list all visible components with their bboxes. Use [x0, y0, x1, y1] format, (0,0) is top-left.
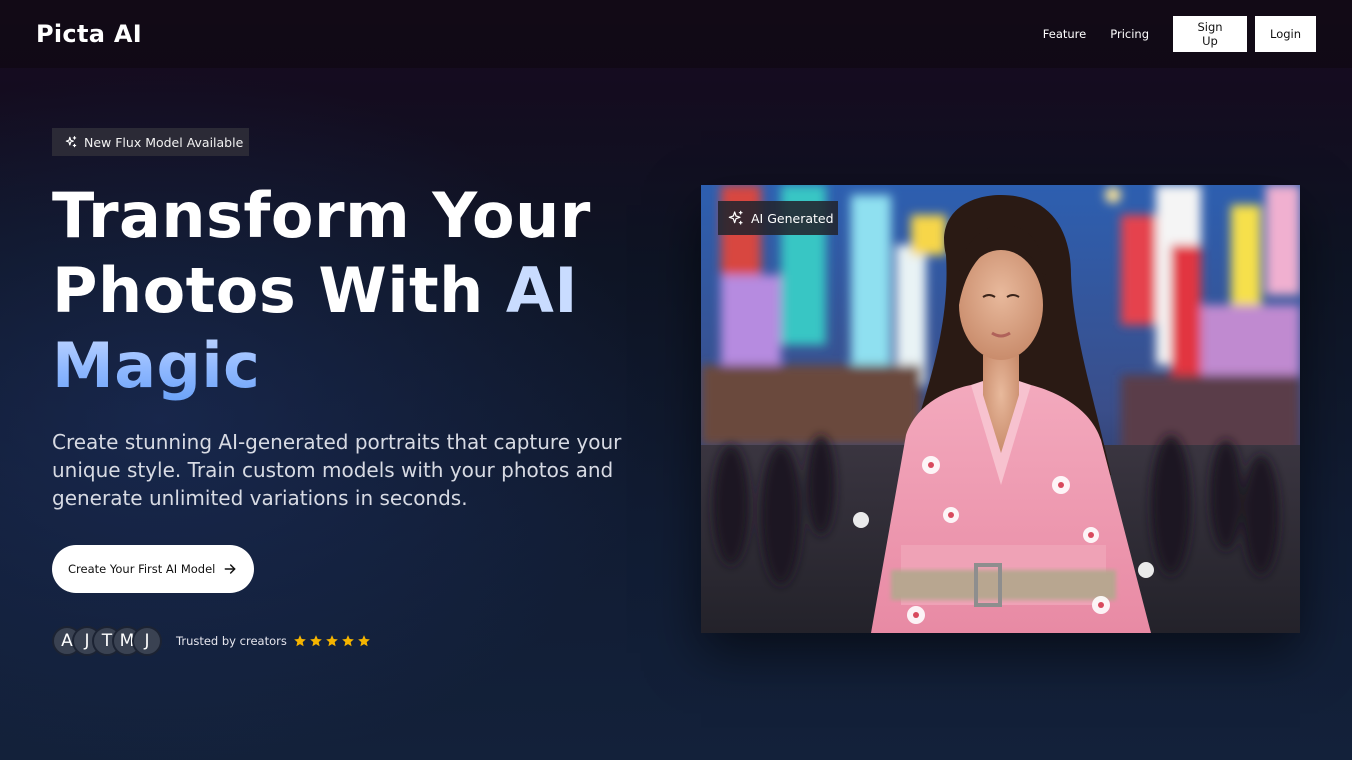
- headline-line-2-text: Photos With: [52, 254, 506, 327]
- login-button[interactable]: Login: [1255, 16, 1316, 52]
- badge-text: New Flux Model Available: [84, 134, 244, 150]
- sparkles-icon: [64, 135, 78, 149]
- headline-accent-ai: AI: [505, 254, 578, 327]
- brand-logo[interactable]: Picta AI: [36, 20, 142, 48]
- star-icon: [341, 635, 354, 647]
- star-icon: [325, 635, 338, 647]
- star-icon: [357, 635, 370, 647]
- headline-line-1: Transform Your: [52, 179, 591, 252]
- hero-headline: Transform Your Photos With AI Magic: [52, 178, 591, 403]
- ai-generated-label: AI Generated: [751, 210, 834, 226]
- headline-accent-magic: Magic: [52, 328, 591, 403]
- headline-line-2: Photos With AI: [52, 253, 591, 328]
- trusted-by: Trusted by creators: [176, 634, 373, 648]
- star-icon: [293, 635, 306, 647]
- sparkles-icon: [728, 210, 744, 226]
- signup-button[interactable]: Sign Up: [1173, 16, 1247, 52]
- arrow-right-icon: [222, 561, 238, 577]
- cta-label: Create Your First AI Model: [68, 562, 216, 576]
- trusted-text: Trusted by creators: [176, 634, 287, 648]
- rating-stars: [293, 634, 373, 648]
- social-proof: A J T M J Trusted by creators: [52, 625, 373, 657]
- nav-menu: Feature Pricing Sign Up Login: [1043, 16, 1316, 52]
- star-icon: [309, 635, 322, 647]
- new-model-badge[interactable]: New Flux Model Available: [52, 128, 249, 156]
- avatar: J: [132, 626, 162, 656]
- create-model-button[interactable]: Create Your First AI Model: [52, 545, 254, 593]
- hero-portrait-image: [701, 185, 1300, 633]
- nav-link-feature[interactable]: Feature: [1043, 27, 1086, 41]
- avatar-stack: A J T M J: [52, 626, 162, 656]
- hero-description: Create stunning AI-generated portraits t…: [52, 430, 622, 510]
- top-navbar: Picta AI Feature Pricing Sign Up Login: [0, 0, 1352, 68]
- ai-generated-tag: AI Generated: [718, 201, 838, 235]
- nav-link-pricing[interactable]: Pricing: [1110, 27, 1149, 41]
